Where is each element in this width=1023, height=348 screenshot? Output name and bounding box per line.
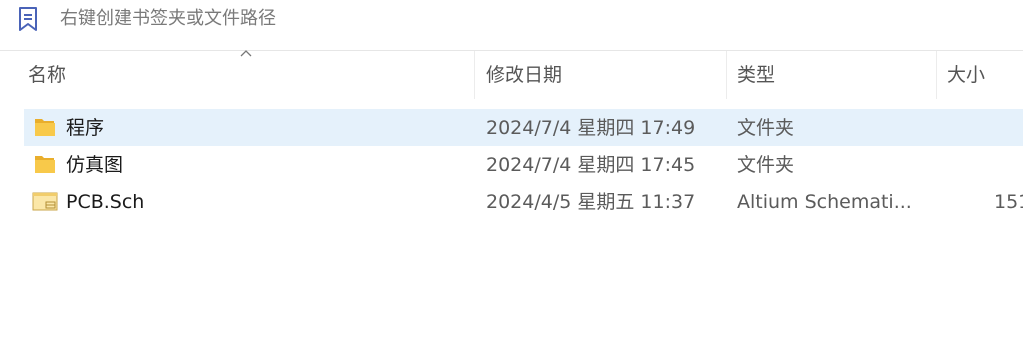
file-name: PCB.Sch <box>66 191 145 213</box>
bookmark-bar: 右键创建书签夹或文件路径 <box>0 0 1023 51</box>
bookmark-icon[interactable] <box>17 6 39 32</box>
file-type: 文件夹 <box>737 154 795 176</box>
column-header-size[interactable]: 大小 <box>947 63 985 87</box>
column-divider[interactable] <box>474 51 475 99</box>
file-row[interactable]: PCB.Sch 2024/4/5 星期五 11:37 Altium Schema… <box>24 183 1023 220</box>
file-modified: 2024/7/4 星期四 17:49 <box>486 117 696 139</box>
sort-up-arrow-icon <box>240 50 252 57</box>
file-row[interactable]: 程序 2024/7/4 星期四 17:49 文件夹 <box>24 109 1023 146</box>
column-header-name[interactable]: 名称 <box>28 63 66 87</box>
folder-icon <box>35 119 55 136</box>
file-row[interactable]: 仿真图 2024/7/4 星期四 17:45 文件夹 <box>24 146 1023 183</box>
column-header-type[interactable]: 类型 <box>737 63 775 87</box>
file-size: 151 <box>994 191 1023 213</box>
file-name: 仿真图 <box>66 154 124 176</box>
schematic-file-icon <box>32 192 58 211</box>
column-header: 名称 修改日期 类型 大小 <box>0 50 1023 99</box>
bookmark-bar-hint: 右键创建书签夹或文件路径 <box>60 8 276 29</box>
file-type: Altium Schemati... <box>737 191 912 213</box>
column-divider[interactable] <box>726 51 727 99</box>
file-type: 文件夹 <box>737 117 795 139</box>
column-header-modified[interactable]: 修改日期 <box>486 63 562 87</box>
column-divider[interactable] <box>936 51 937 99</box>
folder-icon <box>35 156 55 173</box>
file-modified: 2024/7/4 星期四 17:45 <box>486 154 696 176</box>
file-modified: 2024/4/5 星期五 11:37 <box>486 191 696 213</box>
file-name: 程序 <box>66 117 105 139</box>
